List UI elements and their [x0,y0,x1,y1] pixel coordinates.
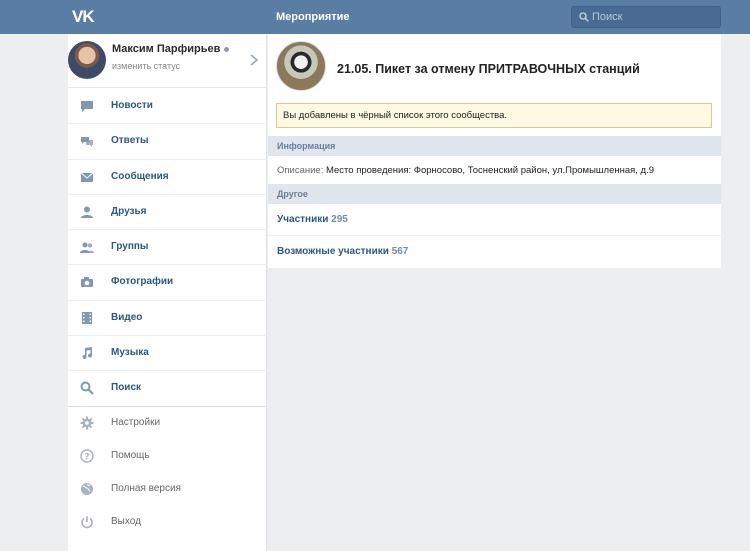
news-icon [81,101,93,112]
sidebar-item-label: Музыка [111,347,149,359]
sidebar-item-friends[interactable]: Друзья [68,195,267,231]
members-link[interactable]: Участники 295 [268,204,721,236]
sidebar-item-messages[interactable]: Сообщения [68,160,267,195]
video-icon [82,311,92,324]
profile-name-wrap[interactable]: Максим Парфирьев [112,43,230,55]
sidebar-item-label: Поиск [111,382,142,394]
event-avatar[interactable] [276,41,326,91]
sidebar-item-label: Выход [111,516,141,527]
sidebar-item-video[interactable]: Видео [68,301,267,337]
secondary-menu: Настройки ? Помощь Полная версия Выход [68,408,267,540]
sidebar-item-label: Сообщения [111,170,169,182]
maybe-count: 567 [391,246,409,257]
sidebar-item-help[interactable]: ? Помощь [68,441,267,474]
members-label-wrap: Участники 295 [277,214,348,225]
search-icon [80,381,94,396]
top-bar: VK Мероприятие [0,0,750,34]
avatar[interactable] [68,41,106,79]
photos-icon [81,277,93,288]
help-icon: ? [80,449,94,463]
sidebar-item-logout[interactable]: Выход [68,507,267,540]
main-menu: Новости Ответы Сообщения Друзья Группы Ф… [68,89,267,407]
section-header-other: Другое [268,184,721,204]
maybe-label-wrap: Возможные участники 567 [277,246,408,257]
messages-icon [80,172,94,182]
svg-text:?: ? [84,453,89,463]
search-box[interactable] [571,6,721,28]
description-value: Место проведения: Форносово, Тосненский … [326,165,655,176]
profile-status[interactable]: изменить статус [112,61,180,71]
sidebar-item-photos[interactable]: Фотографии [68,265,267,301]
gear-icon [80,416,94,430]
sidebar-item-label: Настройки [111,417,161,428]
groups-icon [80,242,94,254]
sidebar-item-full-version[interactable]: Полная версия [68,474,267,507]
chevron-right-icon[interactable] [248,53,260,67]
sidebar-item-label: Помощь [111,450,150,461]
sidebar-item-label: Полная версия [111,483,181,494]
event-panel: 21.05. Пикет за отмену ПРИТРАВОЧНЫХ стан… [268,34,721,268]
maybe-label: Возможные участники [277,246,389,257]
online-indicator [224,46,230,52]
section-header-info: Информация [268,136,721,156]
sidebar-item-settings[interactable]: Настройки [68,408,267,441]
sidebar-item-label: Видео [111,311,143,323]
sidebar-item-search[interactable]: Поиск [68,371,267,407]
music-icon [82,347,93,360]
search-input[interactable] [592,9,716,25]
profile-block[interactable]: Максим Парфирьев изменить статус [68,34,267,88]
page-title: Мероприятие [276,11,350,23]
blacklist-notice: Вы добавлены в чёрный список этого сообщ… [276,103,712,128]
members-count: 295 [331,214,348,225]
vk-logo[interactable]: VK [72,7,98,27]
sidebar-item-music[interactable]: Музыка [68,336,267,372]
profile-name[interactable]: Максим Парфирьев [112,43,220,55]
sidebar: Максим Парфирьев изменить статус Новости… [68,34,267,551]
event-header: 21.05. Пикет за отмену ПРИТРАВОЧНЫХ стан… [268,34,721,100]
globe-icon [81,483,93,495]
sidebar-item-label: Друзья [111,205,147,217]
sidebar-item-news[interactable]: Новости [68,89,267,125]
description-row: Описание: Место проведения: Форносово, Т… [277,165,654,176]
replies-icon [81,137,93,148]
power-icon [81,516,93,529]
sidebar-item-label: Фотографии [111,276,174,288]
maybe-members-link[interactable]: Возможные участники 567 [268,236,721,268]
sidebar-item-label: Группы [111,241,149,253]
description-label: Описание: [277,165,324,176]
sidebar-item-label: Новости [111,100,153,111]
sidebar-item-replies[interactable]: Ответы [68,124,267,160]
sidebar-item-label: Ответы [111,135,149,147]
sidebar-item-groups[interactable]: Группы [68,230,267,266]
search-icon [579,12,589,22]
members-label: Участники [277,214,329,225]
friends-icon [81,206,93,218]
event-title: 21.05. Пикет за отмену ПРИТРАВОЧНЫХ стан… [337,62,640,76]
